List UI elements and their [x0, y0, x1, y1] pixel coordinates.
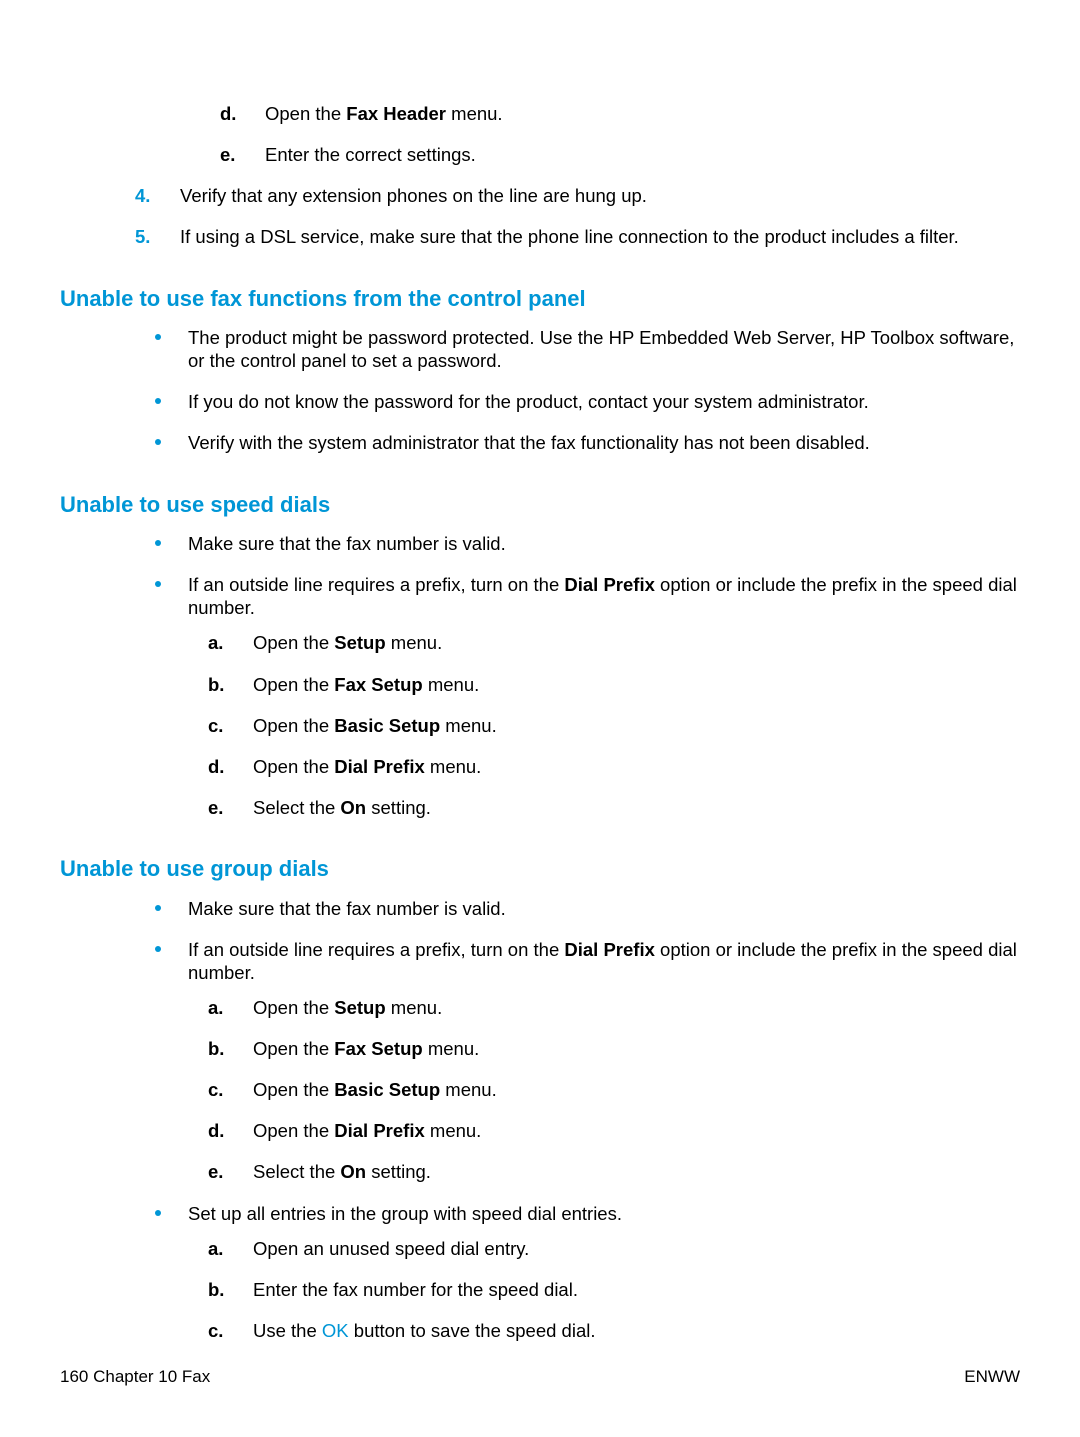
- marker-b: b.: [208, 1037, 224, 1060]
- sec1-b2: If you do not know the password for the …: [155, 390, 1020, 413]
- text: Open the Dial Prefix menu.: [253, 756, 481, 777]
- sec2-sb: b. Open the Fax Setup menu.: [208, 673, 1020, 696]
- text: If an outside line requires a prefix, tu…: [188, 939, 1017, 983]
- sec2-sub-list: a. Open the Setup menu. b. Open the Fax Se…: [208, 631, 1020, 819]
- sec2-sc: c. Open the Basic Setup menu.: [208, 714, 1020, 737]
- text: Enter the fax number for the speed dial.: [253, 1279, 578, 1300]
- sec3-gb: b. Enter the fax number for the speed dia…: [208, 1278, 1020, 1301]
- bullet-icon: [155, 398, 161, 404]
- intro-sub-e: e. Enter the correct settings.: [220, 143, 1020, 166]
- text: Select the On setting.: [253, 1161, 431, 1182]
- text: Set up all entries in the group with spe…: [188, 1203, 622, 1224]
- sec2-b1: Make sure that the fax number is valid.: [155, 532, 1020, 555]
- marker-d: d.: [220, 102, 236, 125]
- sec3-sc: c. Open the Basic Setup menu.: [208, 1078, 1020, 1101]
- document-page: d. Open the Fax Header menu. e. Enter th…: [0, 0, 1080, 1437]
- sec3-list: Make sure that the fax number is valid. …: [155, 897, 1020, 1343]
- bullet-icon: [155, 334, 161, 340]
- marker-e: e.: [220, 143, 235, 166]
- marker-d: d.: [208, 755, 224, 778]
- marker-4: 4.: [135, 184, 150, 207]
- text: Enter the correct settings.: [265, 144, 476, 165]
- sec1-list: The product might be password protected.…: [155, 326, 1020, 455]
- footer-right: ENWW: [964, 1367, 1020, 1387]
- marker-a: a.: [208, 1237, 223, 1260]
- marker-c: c.: [208, 1319, 223, 1342]
- page-footer: 160 Chapter 10 Fax ENWW: [60, 1367, 1020, 1387]
- bullet-icon: [155, 540, 161, 546]
- sec3-b3: Set up all entries in the group with spe…: [155, 1202, 1020, 1343]
- intro-num-4: 4. Verify that any extension phones on t…: [135, 184, 1020, 207]
- bullet-icon: [155, 439, 161, 445]
- marker-5: 5.: [135, 225, 150, 248]
- text: Verify with the system administrator tha…: [188, 432, 870, 453]
- page-content: d. Open the Fax Header menu. e. Enter th…: [60, 102, 1020, 1342]
- text: The product might be password protected.…: [188, 327, 1014, 371]
- text: Use the OK button to save the speed dial…: [253, 1320, 595, 1341]
- sec3-se: e. Select the On setting.: [208, 1160, 1020, 1183]
- sec2-se: e. Select the On setting.: [208, 796, 1020, 819]
- sec3-group-sub-list: a. Open an unused speed dial entry. b. Ent…: [208, 1237, 1020, 1342]
- sec2-sa: a. Open the Setup menu.: [208, 631, 1020, 654]
- sec3-sub-list: a. Open the Setup menu. b. Open the Fax Se…: [208, 996, 1020, 1184]
- sec1-b1: The product might be password protected.…: [155, 326, 1020, 372]
- marker-b: b.: [208, 673, 224, 696]
- heading-speed-dials: Unable to use speed dials: [60, 491, 1020, 519]
- sec3-gc: c. Use the OK button to save the speed di…: [208, 1319, 1020, 1342]
- heading-control-panel: Unable to use fax functions from the con…: [60, 285, 1020, 313]
- text: If you do not know the password for the …: [188, 391, 869, 412]
- text: Open an unused speed dial entry.: [253, 1238, 529, 1259]
- heading-group-dials: Unable to use group dials: [60, 855, 1020, 883]
- footer-left: 160 Chapter 10 Fax: [60, 1367, 210, 1387]
- sec3-b1: Make sure that the fax number is valid.: [155, 897, 1020, 920]
- sec3-sb: b. Open the Fax Setup menu.: [208, 1037, 1020, 1060]
- bullet-icon: [155, 905, 161, 911]
- intro-num-5: 5. If using a DSL service, make sure tha…: [135, 225, 1020, 248]
- text: Open the Setup menu.: [253, 997, 442, 1018]
- text: If using a DSL service, make sure that t…: [180, 226, 959, 247]
- marker-b: b.: [208, 1278, 224, 1301]
- sec3-ga: a. Open an unused speed dial entry.: [208, 1237, 1020, 1260]
- text: Open the Fax Setup menu.: [253, 1038, 479, 1059]
- sec3-sd: d. Open the Dial Prefix menu.: [208, 1119, 1020, 1142]
- text: Open the Basic Setup menu.: [253, 715, 497, 736]
- text: Open the Basic Setup menu.: [253, 1079, 497, 1100]
- marker-a: a.: [208, 996, 223, 1019]
- text: Open the Fax Setup menu.: [253, 674, 479, 695]
- intro-numbered-list: 4. Verify that any extension phones on t…: [135, 184, 1020, 248]
- marker-e: e.: [208, 796, 223, 819]
- text: Select the On setting.: [253, 797, 431, 818]
- text: Open the Fax Header menu.: [265, 103, 503, 124]
- sec1-b3: Verify with the system administrator tha…: [155, 431, 1020, 454]
- text: Open the Setup menu.: [253, 632, 442, 653]
- bullet-icon: [155, 946, 161, 952]
- sec3-b2: If an outside line requires a prefix, tu…: [155, 938, 1020, 1184]
- text: Make sure that the fax number is valid.: [188, 898, 506, 919]
- sec2-b2: If an outside line requires a prefix, tu…: [155, 573, 1020, 819]
- bullet-icon: [155, 581, 161, 587]
- bullet-icon: [155, 1210, 161, 1216]
- intro-sub-d: d. Open the Fax Header menu.: [220, 102, 1020, 125]
- marker-d: d.: [208, 1119, 224, 1142]
- text: Verify that any extension phones on the …: [180, 185, 647, 206]
- text: Make sure that the fax number is valid.: [188, 533, 506, 554]
- marker-c: c.: [208, 714, 223, 737]
- marker-e: e.: [208, 1160, 223, 1183]
- text: If an outside line requires a prefix, tu…: [188, 574, 1017, 618]
- sec2-sd: d. Open the Dial Prefix menu.: [208, 755, 1020, 778]
- sec2-list: Make sure that the fax number is valid. …: [155, 532, 1020, 819]
- intro-sub-list: d. Open the Fax Header menu. e. Enter th…: [220, 102, 1020, 166]
- text: Open the Dial Prefix menu.: [253, 1120, 481, 1141]
- sec3-sa: a. Open the Setup menu.: [208, 996, 1020, 1019]
- marker-c: c.: [208, 1078, 223, 1101]
- marker-a: a.: [208, 631, 223, 654]
